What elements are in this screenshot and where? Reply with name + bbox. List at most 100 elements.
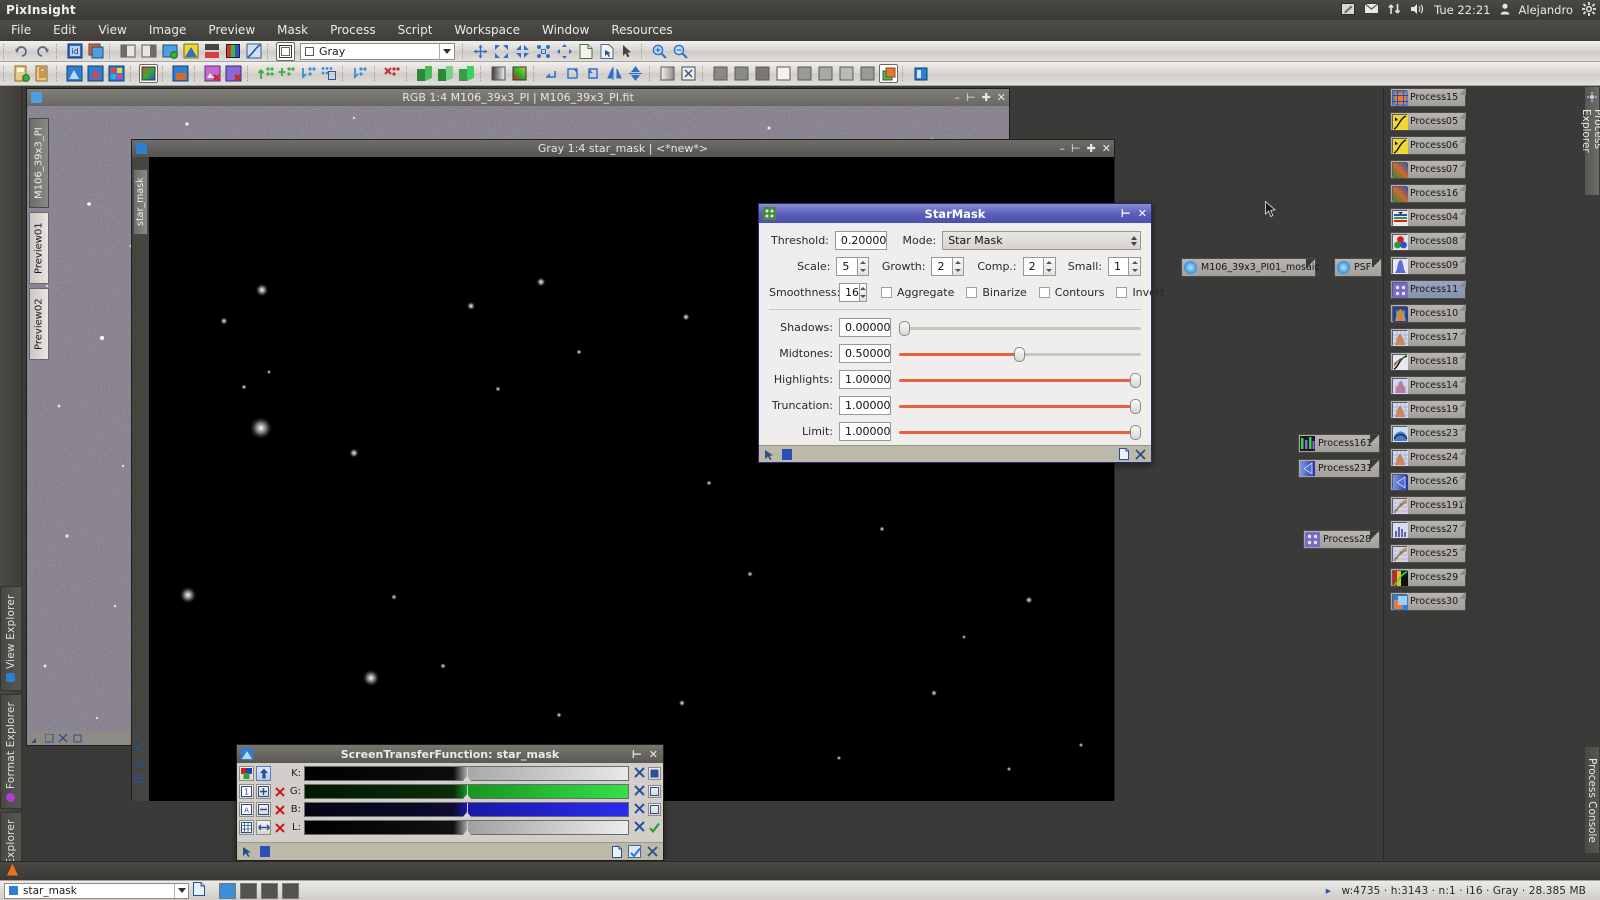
user-avatar-icon[interactable] [1500, 3, 1510, 18]
gray-level-1-icon[interactable] [711, 64, 730, 83]
menu-item-workspace[interactable]: Workspace [443, 20, 531, 41]
blue-image-icon[interactable] [65, 64, 84, 83]
process-icon-process08[interactable]: Process08 [1390, 232, 1466, 251]
process-icon-process04[interactable]: Process04 [1390, 208, 1466, 227]
minimize-icon[interactable]: – [1059, 143, 1065, 154]
histogram-icon[interactable] [202, 42, 221, 61]
menu-item-script[interactable]: Script [387, 20, 444, 41]
stf-grid-icon[interactable] [319, 64, 338, 83]
note-icon[interactable] [1341, 2, 1356, 18]
rgbk-icon[interactable] [239, 766, 254, 781]
stf-apply-check-icon[interactable] [648, 822, 661, 833]
stf-reset-icon[interactable] [634, 820, 645, 835]
zoom-fit-icon[interactable] [492, 42, 511, 61]
apply-icon[interactable] [242, 846, 253, 857]
grid-icon[interactable] [239, 820, 254, 835]
chevron-down-icon[interactable] [174, 883, 188, 898]
floating-icon-psf[interactable]: PSF [1334, 258, 1382, 277]
rotate-left-icon[interactable] [542, 64, 561, 83]
highlights-slider[interactable] [899, 372, 1141, 388]
gray-level-4-icon[interactable] [774, 64, 793, 83]
preview-tab-star-mask[interactable]: star_mask [133, 169, 148, 235]
one-icon[interactable]: 1 [239, 784, 254, 799]
channel-box-4[interactable] [282, 882, 299, 899]
status-play-icon[interactable]: ▸ [1326, 885, 1331, 897]
document-cursor-icon[interactable] [597, 42, 616, 61]
grayscale-swatch-icon[interactable] [489, 64, 508, 83]
zoom-tool-icon[interactable] [134, 729, 143, 738]
slider-knob[interactable] [1130, 372, 1141, 388]
close-image-icon[interactable] [203, 64, 222, 83]
preview-left-icon[interactable] [118, 42, 137, 61]
small-stepper[interactable] [1129, 257, 1141, 276]
process-icon-process29[interactable]: Process29 [1390, 568, 1466, 587]
minimize-icon[interactable]: – [954, 92, 960, 103]
process-icon-process18[interactable]: Process18 [1390, 352, 1466, 371]
process-icon-process16[interactable]: Process16 [1390, 184, 1466, 203]
menu-item-process[interactable]: Process [319, 20, 387, 41]
new-preview-icon[interactable] [160, 42, 179, 61]
display-mode-icon[interactable] [276, 41, 295, 61]
close-icon[interactable]: ✕ [997, 92, 1006, 103]
pan-tool-icon[interactable] [471, 42, 490, 61]
smoothness-input[interactable]: 16 [839, 283, 860, 302]
volume-icon[interactable] [1410, 3, 1425, 18]
mail-icon[interactable] [1364, 3, 1380, 17]
process-icon-process23[interactable]: Process23 [1390, 424, 1466, 443]
maximize-icon[interactable]: ✚ [1087, 143, 1096, 154]
shadows-slider[interactable] [899, 320, 1141, 336]
cmyk-image-icon[interactable] [107, 64, 126, 83]
menu-item-edit[interactable]: Edit [42, 20, 87, 41]
duplicate-icon[interactable] [86, 42, 105, 61]
channel-box-3[interactable] [261, 882, 278, 899]
stop-icon[interactable] [260, 846, 270, 857]
highlights-input[interactable]: 1.00000 [839, 370, 891, 389]
sidebar-tab-view-explorer[interactable]: View Explorer [0, 586, 22, 691]
cascade-windows-icon[interactable] [879, 64, 898, 83]
gray-window-titlebar[interactable]: Gray 1:4 star_mask | <*new*> – ⊢ ✚ ✕ [132, 140, 1114, 157]
zoom-out-icon[interactable] [671, 42, 690, 61]
sidebar-tab-process-console[interactable]: Process Console [1584, 746, 1600, 854]
stf-reset-icon[interactable] [634, 766, 645, 781]
channel-box-2[interactable] [240, 882, 257, 899]
stf-reset-icon[interactable] [383, 64, 402, 83]
sidebar-tab-process-explorer[interactable]: Process Explorer [1580, 86, 1600, 196]
zoom-contract-icon[interactable] [513, 42, 532, 61]
stf-add-icon[interactable] [277, 64, 296, 83]
slider-knob[interactable] [1130, 398, 1141, 414]
link-channels-icon[interactable] [256, 820, 271, 835]
starmask-dialog[interactable]: StarMask ⊢ ✕ Threshold: 0.20000 Mode: St… [758, 203, 1165, 463]
apply-icon[interactable] [764, 449, 775, 460]
undo-icon[interactable] [12, 42, 31, 61]
comp-stepper[interactable] [1044, 257, 1056, 276]
gray-level-5-icon[interactable] [795, 64, 814, 83]
menu-item-file[interactable]: File [0, 20, 42, 41]
color-swatch-icon[interactable] [510, 64, 529, 83]
arrow-cursor-icon[interactable] [618, 42, 637, 61]
stf-k-track-icon[interactable] [648, 767, 661, 780]
clock[interactable]: Tue 22:21 [1434, 3, 1490, 17]
gray-level-2-icon[interactable] [732, 64, 751, 83]
process-icon-process10[interactable]: Process10 [1390, 304, 1466, 323]
floating-icon-process28[interactable]: Process28 [1303, 530, 1380, 549]
floating-icon-process161[interactable]: Process161 [1298, 434, 1380, 453]
gear-icon[interactable] [1582, 1, 1596, 19]
scale-stepper[interactable] [857, 257, 870, 276]
stf-titlebar[interactable]: ScreenTransferFunction: star_mask ⊢ ✕ [237, 745, 663, 763]
process-icon-process25[interactable]: Process25 [1390, 544, 1466, 563]
comp-input[interactable]: 2 [1022, 257, 1045, 276]
zoom-fit-window-icon[interactable] [555, 42, 574, 61]
close-icon[interactable]: ✕ [1138, 207, 1147, 220]
stf-dialog[interactable]: ScreenTransferFunction: star_mask ⊢ ✕ 1 … [236, 744, 664, 861]
truncation-slider[interactable] [899, 398, 1141, 414]
process-icon-process26[interactable]: Process26 [1390, 472, 1466, 491]
menu-item-resources[interactable]: Resources [600, 20, 683, 41]
gray-level-8-icon[interactable] [858, 64, 877, 83]
stf-reset-icon[interactable] [634, 802, 645, 817]
image-window-icon[interactable] [171, 64, 190, 83]
maximize-icon[interactable]: ✚ [982, 92, 991, 103]
process-icon-process09[interactable]: Process09 [1390, 256, 1466, 275]
gray-level-7-icon[interactable] [837, 64, 856, 83]
rotate-right-icon[interactable] [563, 64, 582, 83]
floating-icon-m106_39x3_pi01_mosaic[interactable]: M106_39x3_PI01_mosaic [1181, 258, 1320, 277]
